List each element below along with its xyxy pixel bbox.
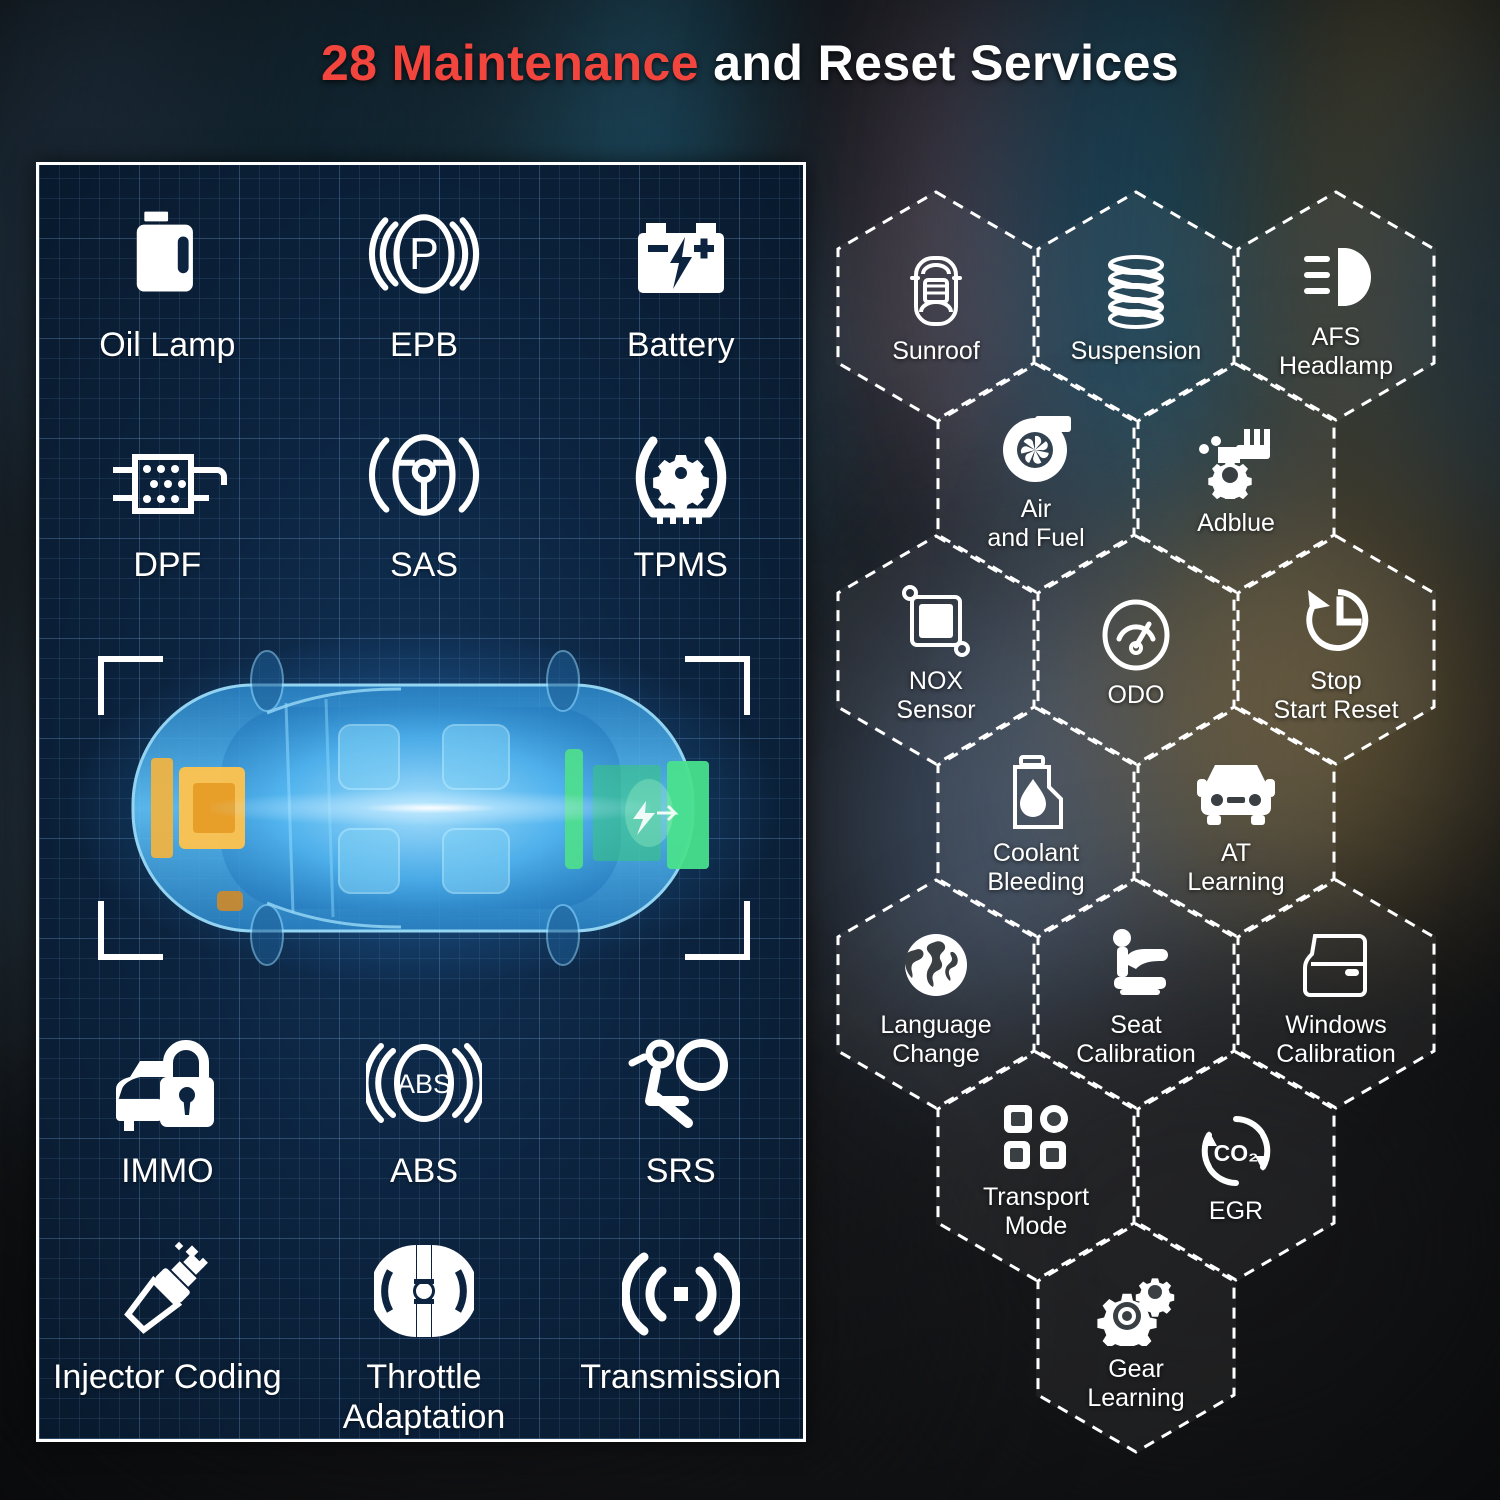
service-item-immo[interactable]: IMMO bbox=[39, 1021, 296, 1191]
steering-wheel-icon bbox=[368, 415, 480, 531]
service-item-oil-lamp[interactable]: Oil Lamp bbox=[39, 195, 296, 365]
service-label: ABS bbox=[389, 1152, 459, 1190]
title-rest: and Reset Services bbox=[698, 35, 1180, 91]
service-item-transmission[interactable]: Transmission bbox=[552, 1227, 809, 1437]
nox-sensor-icon bbox=[900, 582, 972, 660]
tire-pressure-icon bbox=[628, 415, 734, 531]
service-row-1: Oil Lamp P EPB Battery bbox=[39, 195, 809, 365]
service-item-abs[interactable]: ABS ABS bbox=[296, 1021, 553, 1191]
throttle-body-icon bbox=[374, 1227, 474, 1343]
transport-mode-icon bbox=[1000, 1098, 1072, 1176]
service-label: Battery bbox=[626, 326, 735, 364]
service-label: IMMO bbox=[121, 1152, 214, 1190]
electronic-parking-brake-icon: P bbox=[368, 195, 480, 311]
page-title: 28 Maintenance and Reset Services bbox=[0, 34, 1500, 92]
battery-icon bbox=[626, 195, 736, 311]
stop-start-clock-icon bbox=[1300, 582, 1372, 660]
gears-icon bbox=[1097, 1270, 1175, 1348]
service-row-3: IMMO ABS ABS SRS bbox=[39, 1021, 809, 1191]
car-lock-icon bbox=[110, 1021, 224, 1137]
service-label: Injector Coding bbox=[52, 1358, 282, 1396]
service-label: Transmission bbox=[580, 1358, 782, 1396]
service-item-srs[interactable]: SRS bbox=[552, 1021, 809, 1191]
hex-gear-learning[interactable]: Gear Learning bbox=[1036, 1222, 1236, 1454]
service-item-dpf[interactable]: DPF bbox=[39, 415, 296, 585]
svg-text:CO₂: CO₂ bbox=[1214, 1140, 1259, 1166]
service-label: Oil Lamp bbox=[99, 326, 236, 364]
coil-spring-icon bbox=[1098, 252, 1174, 330]
service-label: EPB bbox=[389, 326, 459, 364]
car-front-icon bbox=[1197, 754, 1275, 832]
service-label: SRS bbox=[645, 1152, 716, 1190]
transmission-signal-icon bbox=[621, 1227, 740, 1343]
airbag-occupant-icon bbox=[626, 1021, 736, 1137]
service-row-4: Injector Coding Throttle Adaptation Tran… bbox=[39, 1227, 809, 1437]
service-label: DPF bbox=[133, 546, 202, 584]
service-item-tpms[interactable]: TPMS bbox=[552, 415, 809, 585]
service-label: SAS bbox=[389, 546, 459, 584]
turbocharger-icon bbox=[999, 410, 1073, 488]
fuel-injector-icon bbox=[114, 1227, 220, 1343]
service-label: TPMS bbox=[633, 546, 728, 584]
service-item-sas[interactable]: SAS bbox=[296, 415, 553, 585]
car-door-icon bbox=[1301, 926, 1371, 1004]
svg-text:P: P bbox=[409, 229, 439, 279]
service-label: Throttle Adaptation bbox=[342, 1358, 506, 1436]
svg-text:ABS: ABS bbox=[397, 1069, 451, 1099]
car-xray-top-view bbox=[71, 633, 777, 983]
service-item-injector-coding[interactable]: Injector Coding bbox=[39, 1227, 296, 1437]
service-item-epb[interactable]: P EPB bbox=[296, 195, 553, 365]
abs-brake-icon: ABS bbox=[366, 1021, 482, 1137]
hex-label: Gear Learning bbox=[1087, 1354, 1185, 1412]
diesel-particulate-filter-icon bbox=[105, 415, 229, 531]
globe-icon bbox=[901, 926, 971, 1004]
title-highlight: 28 Maintenance bbox=[320, 35, 699, 91]
headlamp-icon bbox=[1298, 238, 1374, 316]
service-item-battery[interactable]: Battery bbox=[552, 195, 809, 365]
service-item-throttle-adaptation[interactable]: Throttle Adaptation bbox=[296, 1227, 553, 1437]
sunroof-car-icon bbox=[899, 252, 973, 330]
service-row-2: DPF SAS TPMS bbox=[39, 415, 809, 585]
car-seat-icon bbox=[1100, 926, 1172, 1004]
odometer-gauge-icon bbox=[1101, 596, 1171, 674]
services-blueprint-panel: Oil Lamp P EPB Battery DPF SAS TPMS IMMO… bbox=[36, 162, 806, 1442]
oil-can-icon bbox=[113, 195, 221, 311]
coolant-bottle-icon bbox=[1003, 754, 1069, 832]
adblue-engine-icon bbox=[1196, 424, 1276, 502]
hexagon-services-grid: Sunroof Suspension AFS Headlamp Air and … bbox=[830, 150, 1490, 1480]
co2-recirculation-icon: CO₂ bbox=[1195, 1112, 1277, 1190]
